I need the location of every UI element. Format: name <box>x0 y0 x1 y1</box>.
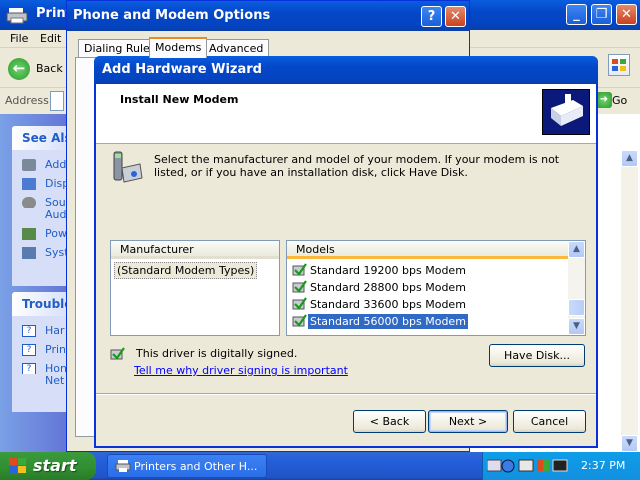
windows-logo-icon <box>608 54 630 76</box>
model-item-selected[interactable]: Standard 56000 bps Modem <box>292 313 468 330</box>
address-input[interactable] <box>50 91 64 111</box>
wizard-title-bar[interactable]: Add Hardware Wizard <box>94 56 598 84</box>
printer-icon <box>6 8 28 24</box>
taskbar-app-label: Printers and Other H... <box>134 460 258 473</box>
tab-modems[interactable]: Modems <box>149 37 208 58</box>
clock: 2:37 PM <box>581 459 626 472</box>
signed-driver-icon <box>110 347 125 360</box>
models-list[interactable]: Models Standard 19200 bps Modem Standard… <box>286 240 586 336</box>
menu-edit[interactable]: Edit <box>40 32 61 45</box>
model-item[interactable]: Standard 28800 bps Modem <box>292 279 466 296</box>
manufacturer-item[interactable]: (Standard Modem Types) <box>114 262 258 279</box>
signed-driver-text: This driver is digitally signed. <box>136 347 298 360</box>
help-icon: ? <box>22 344 36 356</box>
driver-signing-link[interactable]: Tell me why driver signing is important <box>134 364 348 377</box>
phone-modem-title-bar[interactable]: Phone and Modem Options ? ✕ <box>67 1 469 31</box>
system-icon <box>22 247 36 259</box>
power-icon <box>22 228 36 240</box>
printer-icon <box>115 460 131 472</box>
maximize-button[interactable]: ❐ <box>591 4 612 25</box>
scroll-up-button[interactable]: ▲ <box>621 150 638 167</box>
signed-driver-icon <box>292 297 307 310</box>
help-button[interactable]: ? <box>421 6 442 27</box>
display-icon <box>518 459 534 472</box>
wizard-title: Add Hardware Wizard <box>102 62 262 77</box>
cancel-button[interactable]: Cancel <box>513 410 586 433</box>
wizard-separator <box>96 393 596 395</box>
back-button[interactable]: Back <box>36 62 63 75</box>
menu-file[interactable]: File <box>10 32 28 45</box>
model-item[interactable]: Standard 19200 bps Modem <box>292 262 466 279</box>
volume-icon <box>552 459 568 472</box>
network-icon <box>487 459 502 472</box>
back-arrow-icon[interactable]: ← <box>8 58 30 80</box>
scroll-thumb[interactable] <box>568 299 585 316</box>
hardware-wizard-icon <box>542 89 590 135</box>
go-button[interactable]: Go <box>612 94 627 107</box>
start-button[interactable]: start <box>0 452 96 480</box>
manufacturer-header[interactable]: Manufacturer <box>111 241 279 259</box>
start-label: start <box>33 456 77 475</box>
models-scrollbar[interactable]: ▲ ▼ <box>568 241 585 335</box>
update-icon <box>501 459 515 473</box>
signed-driver-icon <box>292 314 307 327</box>
scroll-down-button[interactable]: ▼ <box>621 435 638 452</box>
security-icon <box>537 460 543 471</box>
close-button[interactable]: ✕ <box>616 4 637 25</box>
close-button[interactable]: ✕ <box>445 6 466 27</box>
wizard-instructions: Select the manufacturer and model of you… <box>154 153 560 179</box>
phone-modem-icon <box>113 151 143 183</box>
add-hardware-icon <box>22 159 36 171</box>
model-item[interactable]: Standard 33600 bps Modem <box>292 296 466 313</box>
minimize-button[interactable]: _ <box>566 4 587 25</box>
windows-logo-icon <box>9 458 26 473</box>
help-icon: ? <box>22 325 36 337</box>
models-header[interactable]: Models <box>287 241 568 259</box>
go-arrow-icon[interactable]: ➜ <box>596 92 612 108</box>
wizard-heading: Install New Modem <box>120 93 239 106</box>
back-button[interactable]: < Back <box>353 410 426 433</box>
display-icon <box>22 178 36 190</box>
address-label: Address <box>5 94 49 107</box>
task-pane: See Als Add Disp Sou Aud Powe Syst Troub… <box>0 114 92 452</box>
have-disk-button[interactable]: Have Disk... <box>489 344 585 367</box>
scroll-down-button[interactable]: ▼ <box>568 318 585 335</box>
signed-driver-icon <box>292 263 307 276</box>
manufacturer-list[interactable]: Manufacturer (Standard Modem Types) <box>110 240 280 336</box>
add-hardware-wizard: Add Hardware Wizard Install New Modem Se… <box>94 56 598 448</box>
sound-icon <box>22 197 36 208</box>
next-button[interactable]: Next > <box>428 410 508 433</box>
help-icon: ? <box>22 363 36 374</box>
tab-advanced[interactable]: Advanced <box>203 39 270 57</box>
taskbar-app-button[interactable]: Printers and Other H... <box>107 454 267 478</box>
system-tray: 2:37 PM <box>482 452 640 480</box>
tray-icons <box>487 459 568 473</box>
phone-modem-title: Phone and Modem Options <box>73 8 271 23</box>
signed-driver-icon <box>292 280 307 293</box>
scroll-up-button[interactable]: ▲ <box>568 241 585 258</box>
explorer-scrollbar[interactable]: ▲ ▼ <box>621 150 638 452</box>
